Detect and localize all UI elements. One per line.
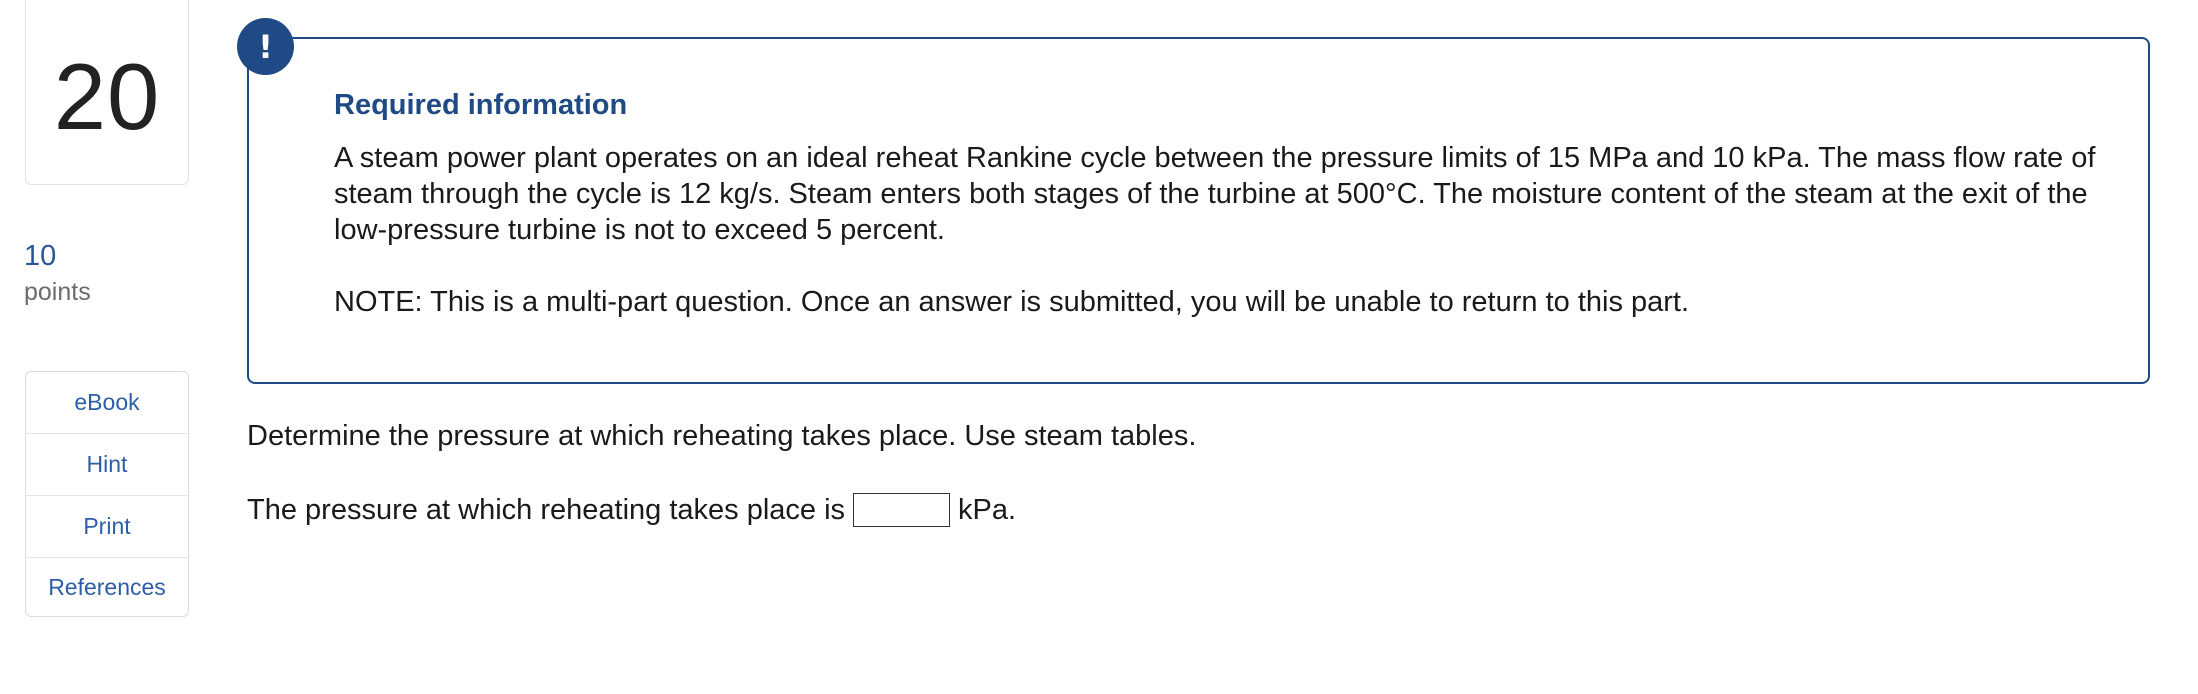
ebook-link[interactable]: eBook bbox=[26, 372, 188, 434]
references-link[interactable]: References bbox=[26, 558, 188, 616]
points-display: 10 points bbox=[24, 238, 91, 308]
points-value: 10 bbox=[24, 240, 57, 272]
question-prompt: Determine the pressure at which reheatin… bbox=[247, 420, 1197, 452]
problem-statement: A steam power plant operates on an ideal… bbox=[334, 142, 2096, 246]
exclamation-icon: ! bbox=[237, 18, 294, 75]
multi-part-note: NOTE: This is a multi-part question. Onc… bbox=[334, 286, 1690, 318]
required-information-title: Required information bbox=[334, 89, 628, 121]
hint-link[interactable]: Hint bbox=[26, 434, 188, 496]
answer-line: The pressure at which reheating takes pl… bbox=[247, 493, 1016, 527]
required-information-box: Required information A steam power plant… bbox=[247, 37, 2150, 384]
answer-prefix: The pressure at which reheating takes pl… bbox=[247, 493, 846, 526]
question-tools: eBook Hint Print References bbox=[25, 371, 189, 617]
points-label: points bbox=[24, 277, 91, 306]
question-number-card: 20 bbox=[25, 0, 189, 185]
print-link[interactable]: Print bbox=[26, 496, 188, 558]
answer-unit: kPa. bbox=[958, 493, 1017, 526]
pressure-answer-input[interactable] bbox=[853, 493, 951, 527]
question-number: 20 bbox=[53, 43, 161, 149]
